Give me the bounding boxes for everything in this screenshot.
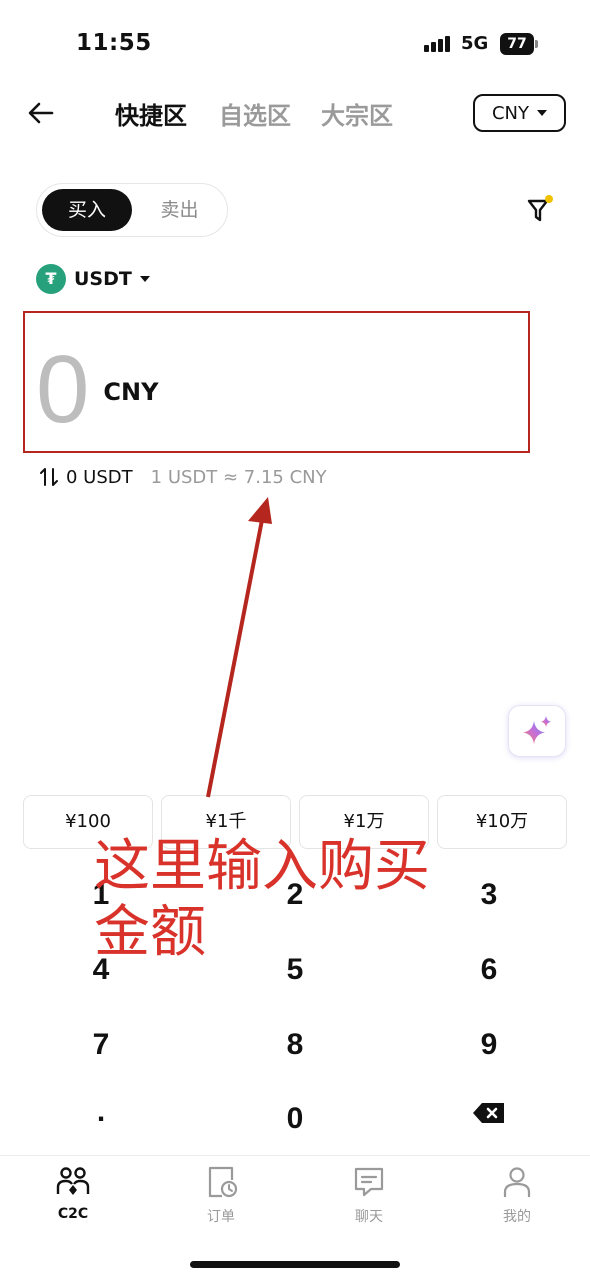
filter-icon (527, 195, 553, 222)
nav-chat[interactable]: 聊天 (319, 1164, 419, 1230)
nav-orders[interactable]: 订单 (171, 1164, 271, 1230)
nav-divider (0, 1155, 590, 1156)
nav-profile[interactable]: 我的 (467, 1164, 567, 1230)
users-icon (56, 1167, 90, 1195)
key-2[interactable]: 2 (235, 867, 355, 923)
arrow-left-icon (28, 102, 54, 124)
usdt-logo-icon: ₮ (36, 264, 66, 294)
nav-chat-label: 聊天 (355, 1209, 383, 1225)
status-time: 11:55 (76, 30, 152, 56)
back-button[interactable] (26, 98, 56, 128)
sell-tab[interactable]: 卖出 (137, 189, 222, 231)
tab-quick[interactable]: 快捷区 (115, 96, 187, 131)
quick-amount-100[interactable]: ¥100 (23, 795, 153, 849)
currency-label: CNY (491, 102, 530, 124)
key-3[interactable]: 3 (429, 867, 549, 923)
caret-down-icon (537, 110, 548, 116)
converted-amount: 0 USDT (66, 466, 133, 488)
quick-amount-1k[interactable]: ¥1千 (161, 795, 291, 849)
quick-amount-100k[interactable]: ¥10万 (437, 795, 567, 849)
chat-icon (354, 1167, 384, 1197)
tab-bulk[interactable]: 大宗区 (321, 96, 393, 131)
buy-tab[interactable]: 买入 (42, 189, 132, 231)
nav-orders-label: 订单 (207, 1209, 235, 1225)
key-1[interactable]: 1 (41, 867, 161, 923)
ai-assistant-button[interactable] (508, 705, 566, 757)
profile-icon (503, 1167, 531, 1197)
battery-level: 77 (500, 33, 534, 55)
key-7[interactable]: 7 (41, 1017, 161, 1073)
battery-icon: 77 (500, 33, 538, 55)
conversion-row: 0 USDT 1 USDT ≈ 7.15 CNY (38, 466, 327, 488)
key-9[interactable]: 9 (429, 1017, 549, 1073)
key-5[interactable]: 5 (235, 942, 355, 998)
signal-icon (424, 36, 452, 52)
network-label: 5G (461, 33, 489, 54)
nav-profile-label: 我的 (503, 1209, 531, 1225)
swap-icon[interactable] (38, 466, 60, 488)
key-dot[interactable]: . (41, 1084, 161, 1140)
key-0[interactable]: 0 (235, 1091, 355, 1147)
orders-icon (208, 1166, 238, 1198)
buy-sell-toggle: 买入 卖出 (36, 183, 228, 237)
filter-button[interactable] (524, 194, 556, 226)
tab-watchlist[interactable]: 自选区 (219, 96, 291, 131)
crypto-symbol: USDT (74, 268, 132, 290)
nav-c2c-label: C2C (57, 1206, 89, 1222)
sparkle-icon (523, 716, 551, 744)
home-indicator (190, 1261, 400, 1268)
quick-amount-10k[interactable]: ¥1万 (299, 795, 429, 849)
crypto-select[interactable]: ₮ USDT (36, 264, 150, 294)
exchange-rate: 1 USDT ≈ 7.15 CNY (150, 466, 327, 488)
caret-down-icon (139, 276, 150, 282)
backspace-icon (473, 1103, 504, 1124)
key-6[interactable]: 6 (429, 942, 549, 998)
annotation-highlight-box (23, 311, 530, 453)
currency-select[interactable]: CNY (473, 94, 566, 132)
key-4[interactable]: 4 (41, 942, 161, 998)
backspace-key[interactable] (429, 1084, 549, 1140)
nav-c2c[interactable]: C2C (23, 1164, 123, 1230)
key-8[interactable]: 8 (235, 1017, 355, 1073)
